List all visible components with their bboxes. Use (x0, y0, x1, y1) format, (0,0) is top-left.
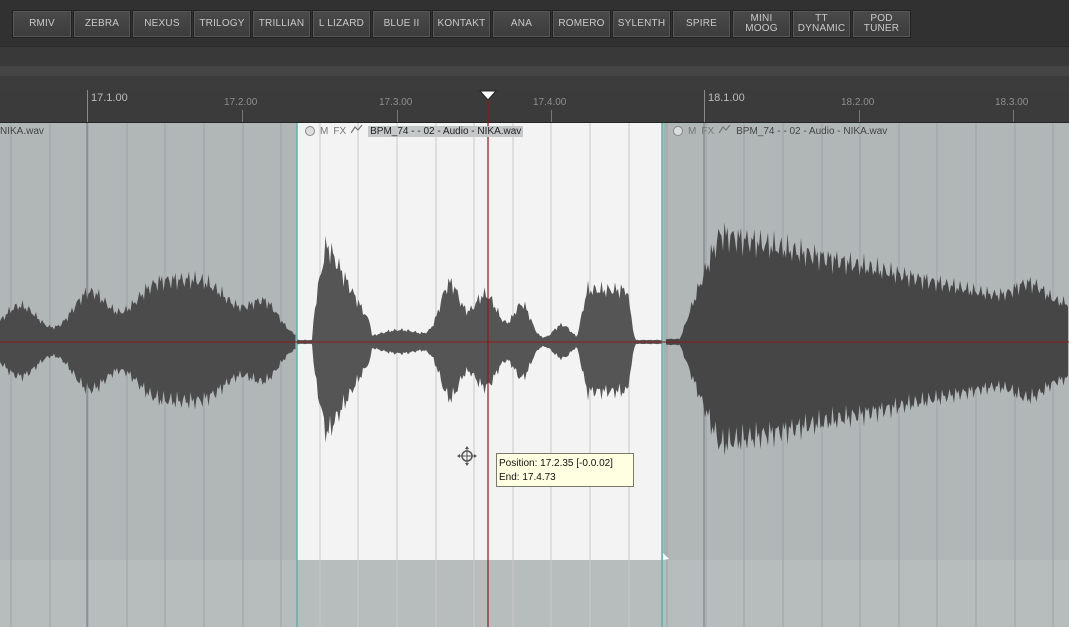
waveform-segment (0, 270, 296, 410)
power-icon[interactable] (673, 126, 683, 136)
tooltip-end: End: 17.4.73 (499, 472, 556, 483)
clip-name: BPM_74 - - 02 - Audio - NIKA.wav (368, 125, 524, 137)
clip-name: NIKA.wav (0, 125, 44, 137)
waveform-canvas (0, 100, 1069, 627)
clip-corner-handle[interactable] (663, 553, 669, 560)
position-tooltip: Position: 17.2.35 [-0.0.02] End: 17.4.73 (496, 453, 634, 487)
fx-button[interactable]: FX (333, 126, 346, 137)
waveform-segment (666, 222, 1068, 456)
fx-button[interactable]: FX (701, 126, 714, 137)
envelope-icon[interactable] (718, 124, 731, 137)
clip-name: BPM_74 - - 02 - Audio - NIKA.wav (736, 125, 888, 137)
mute-button[interactable]: M (320, 126, 328, 137)
tooltip-position: Position: 17.2.35 [-0.0.02] (499, 458, 613, 469)
clip-header-left: NIKA.wav (0, 124, 44, 138)
mute-button[interactable]: M (688, 126, 696, 137)
move-cursor-icon (457, 446, 477, 466)
power-icon[interactable] (305, 126, 315, 136)
clip-header-right[interactable]: M FX BPM_74 - - 02 - Audio - NIKA.wav (673, 124, 887, 138)
clip-header-selected[interactable]: M FX BPM_74 - - 02 - Audio - NIKA.wav (305, 124, 524, 138)
envelope-icon[interactable] (350, 124, 363, 137)
